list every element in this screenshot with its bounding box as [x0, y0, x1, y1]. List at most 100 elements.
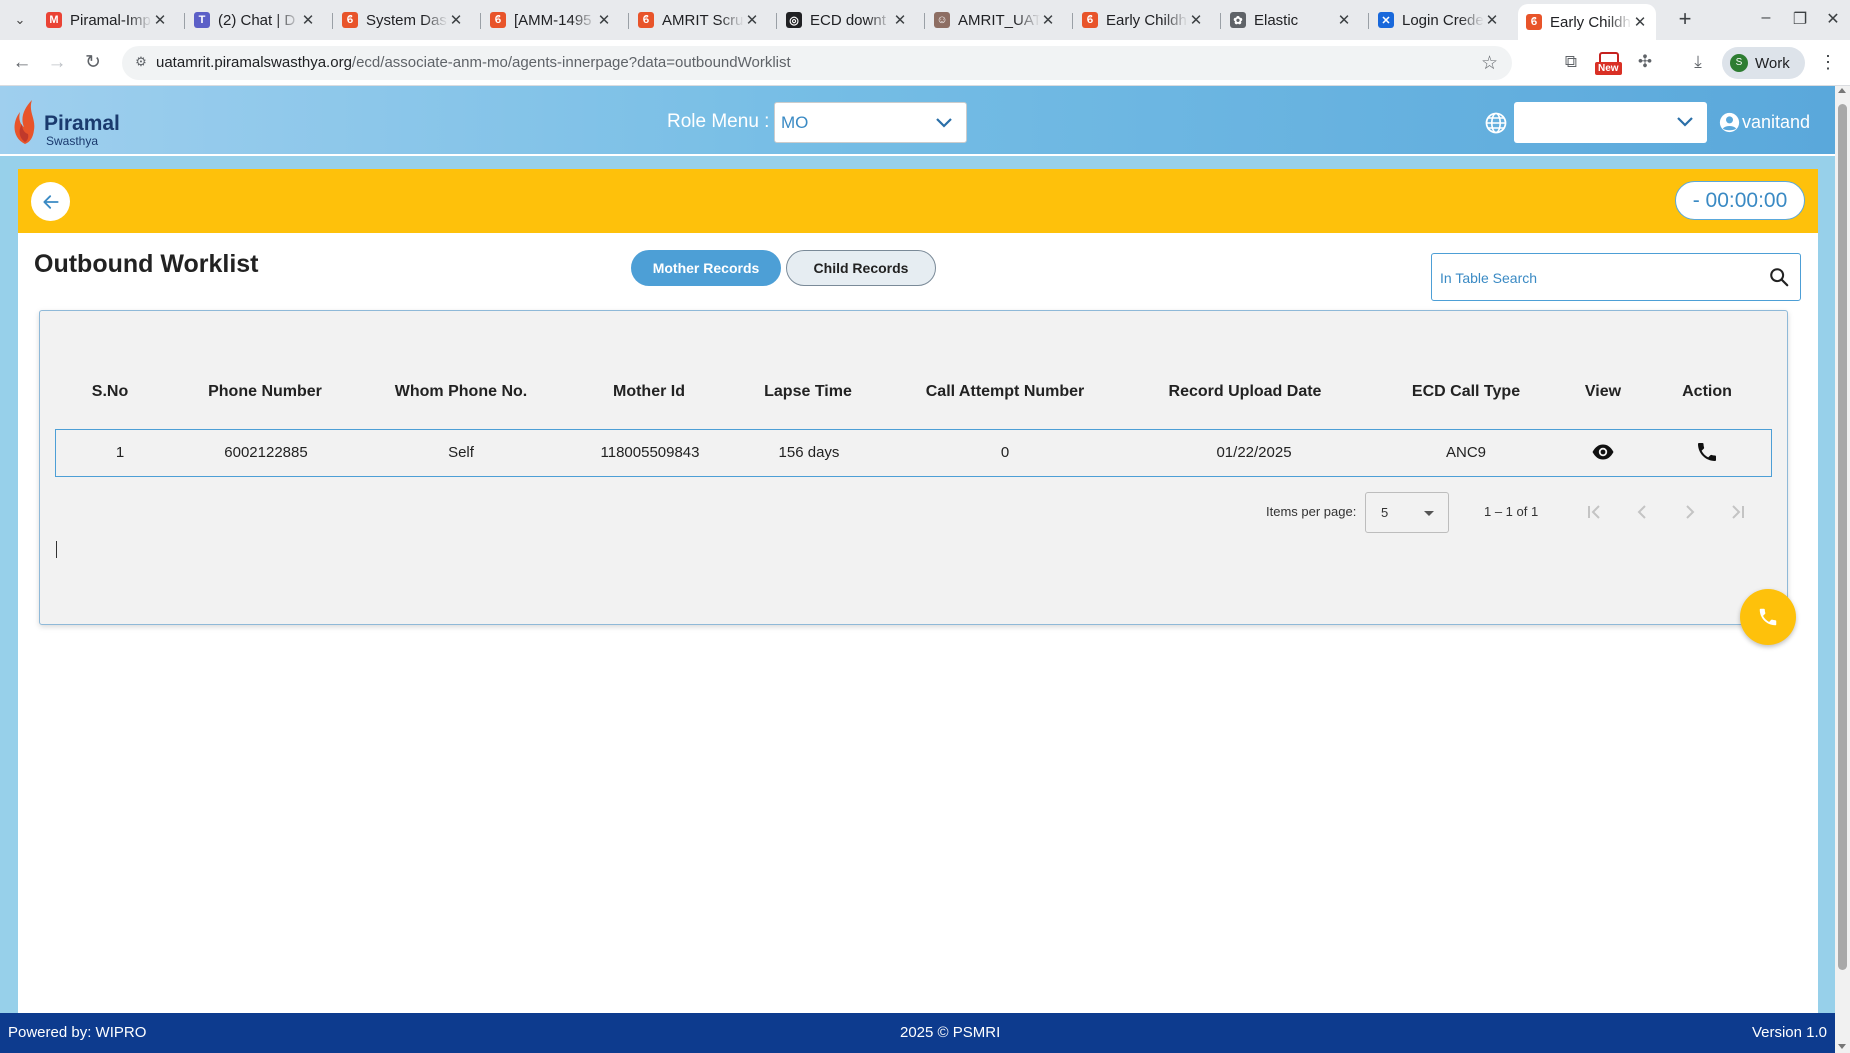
- reload-icon[interactable]: ↻: [81, 51, 105, 75]
- browser-tab[interactable]: ϐ Early Childh ✕: [1518, 4, 1656, 40]
- tab-close-icon[interactable]: ✕: [892, 11, 908, 29]
- new-extension-icon[interactable]: New: [1595, 52, 1625, 76]
- previous-page-icon[interactable]: [1630, 500, 1654, 524]
- download-icon[interactable]: ⤓: [1687, 52, 1709, 74]
- browser-tab-title: System Das: [366, 11, 447, 29]
- phone-icon: [1759, 608, 1777, 626]
- column-header-action: Action: [1682, 383, 1732, 400]
- extension-icon[interactable]: ⧉: [1560, 52, 1582, 74]
- column-header-phone-number: Phone Number: [208, 383, 322, 400]
- browser-tab[interactable]: M Piramal-Imp ✕: [38, 5, 176, 35]
- back-nav-icon[interactable]: ←: [10, 51, 34, 75]
- cell-call-attempt: 0: [1000, 444, 1010, 461]
- pagination-range: 1 – 1 of 1: [1484, 504, 1539, 519]
- tab-close-icon[interactable]: ✕: [596, 11, 612, 29]
- browser-tab-title: Elastic: [1254, 11, 1299, 29]
- tab-child-records[interactable]: Child Records: [786, 250, 936, 286]
- bookmark-star-icon[interactable]: ☆: [1481, 52, 1498, 75]
- browser-tab[interactable]: ϐ AMRIT Scru ✕: [628, 5, 768, 35]
- flame-logo-icon: [14, 100, 35, 144]
- cell-upload-date: 01/22/2025: [1216, 444, 1292, 461]
- browser-tab-title: Login Crede: [1402, 11, 1484, 29]
- call-status-bar: [18, 169, 1818, 233]
- chevron-down-icon: [936, 118, 952, 128]
- address-bar[interactable]: ⚙ uatamrit.piramalswasthya.org/ecd/assoc…: [122, 46, 1512, 80]
- browser-tab-title: Early Childh: [1550, 13, 1631, 31]
- new-tab-button[interactable]: +: [1673, 8, 1697, 32]
- browser-tab[interactable]: ϐ System Das ✕: [332, 5, 472, 35]
- confluence-icon: ✕: [1378, 12, 1394, 28]
- browser-tab-title: Piramal-Imp: [70, 11, 151, 29]
- browser-tab[interactable]: ϐ [AMM-1495 ✕: [480, 5, 620, 35]
- chevron-down-icon: [1677, 117, 1693, 127]
- site-info-icon[interactable]: ⚙: [132, 54, 150, 72]
- scroll-down-icon[interactable]: [1838, 1044, 1846, 1049]
- teams-icon: T: [194, 12, 210, 28]
- scrollbar-thumb[interactable]: [1838, 104, 1847, 970]
- cell-phone-number: 6002122885: [224, 444, 308, 461]
- gmail-icon: M: [46, 12, 62, 28]
- window-close-icon[interactable]: ✕: [1818, 9, 1848, 29]
- browser-tab[interactable]: ☺ AMRIT_UAT ✕: [924, 5, 1064, 35]
- browser-tab-title: ECD downt: [810, 11, 886, 29]
- browser-tab[interactable]: ◎ ECD downt ✕: [776, 5, 916, 35]
- tab-close-icon[interactable]: ✕: [1336, 11, 1352, 29]
- tab-close-icon[interactable]: ✕: [1188, 11, 1204, 29]
- first-page-icon[interactable]: [1582, 500, 1606, 524]
- scroll-up-icon[interactable]: [1838, 88, 1846, 93]
- browser-tab[interactable]: ϐ Early Childh ✕: [1072, 5, 1212, 35]
- column-header-mother-id: Mother Id: [613, 383, 685, 400]
- avatar-icon: ☺: [934, 12, 950, 28]
- column-header-call-attempt: Call Attempt Number: [925, 383, 1085, 400]
- tab-close-icon[interactable]: ✕: [300, 11, 316, 29]
- page-title: Outbound Worklist: [34, 250, 259, 278]
- minimize-icon[interactable]: –: [1751, 9, 1781, 27]
- elastic-icon: ✿: [1230, 12, 1246, 28]
- back-button[interactable]: [31, 182, 70, 221]
- browser-tab[interactable]: T (2) Chat | D ✕: [184, 5, 324, 35]
- tab-close-icon[interactable]: ✕: [448, 11, 464, 29]
- browser-tab[interactable]: ✕ Login Crede ✕: [1368, 5, 1508, 35]
- user-menu[interactable]: vanitand: [1719, 112, 1810, 133]
- piramal-icon: ϐ: [1082, 12, 1098, 28]
- role-menu-value: MO: [781, 113, 809, 132]
- call-fab-button[interactable]: [1740, 589, 1796, 645]
- tab-close-icon[interactable]: ✕: [744, 11, 760, 29]
- browser-menu-icon[interactable]: ⋮: [1818, 52, 1838, 73]
- tab-close-icon[interactable]: ✕: [152, 11, 168, 29]
- browser-tab-strip: ⌄ M Piramal-Imp ✕ T (2) Chat | D ✕ ϐ System Das…: [0, 0, 1850, 40]
- last-page-icon[interactable]: [1726, 500, 1750, 524]
- eye-icon[interactable]: [1591, 440, 1615, 464]
- phone-icon[interactable]: [1695, 440, 1719, 464]
- language-select[interactable]: [1514, 102, 1707, 143]
- extensions-puzzle-icon[interactable]: ✣: [1634, 52, 1656, 74]
- column-header-sno: S.No: [91, 383, 129, 400]
- cell-lapse-time: 156 days: [778, 444, 840, 461]
- restore-icon[interactable]: ❐: [1785, 9, 1815, 29]
- column-header-view: View: [1584, 383, 1622, 400]
- table-search: [1431, 253, 1801, 301]
- piramal-icon: ϐ: [342, 12, 358, 28]
- tab-search-chevron-icon[interactable]: ⌄: [10, 10, 30, 30]
- profile-button[interactable]: S Work: [1722, 47, 1805, 79]
- arrow-left-icon: [42, 194, 59, 209]
- chatgpt-icon: ◎: [786, 12, 802, 28]
- table-search-input[interactable]: [1440, 267, 1750, 289]
- items-per-page-select[interactable]: 5: [1365, 492, 1449, 533]
- browser-tab-title: [AMM-1495: [514, 11, 592, 29]
- piramal-icon: ϐ: [490, 12, 506, 28]
- role-menu-select[interactable]: MO: [774, 102, 967, 143]
- browser-tab[interactable]: ✿ Elastic ✕: [1220, 5, 1360, 35]
- tab-close-icon[interactable]: ✕: [1040, 11, 1056, 29]
- next-page-icon[interactable]: [1678, 500, 1702, 524]
- url-text: uatamrit.piramalswasthya.org/ecd/associa…: [156, 54, 791, 71]
- search-icon[interactable]: [1768, 266, 1790, 288]
- tab-close-icon[interactable]: ✕: [1632, 13, 1648, 31]
- browser-tab-title: AMRIT Scru: [662, 11, 744, 29]
- items-per-page-value: 5: [1381, 505, 1389, 520]
- tab-mother-records[interactable]: Mother Records: [631, 250, 781, 286]
- forward-nav-icon[interactable]: →: [45, 51, 69, 75]
- app-footer: Powered by: WIPRO 2025 © PSMRI Version 1…: [0, 1013, 1835, 1053]
- tab-close-icon[interactable]: ✕: [1484, 11, 1500, 29]
- profile-avatar: S: [1730, 54, 1748, 72]
